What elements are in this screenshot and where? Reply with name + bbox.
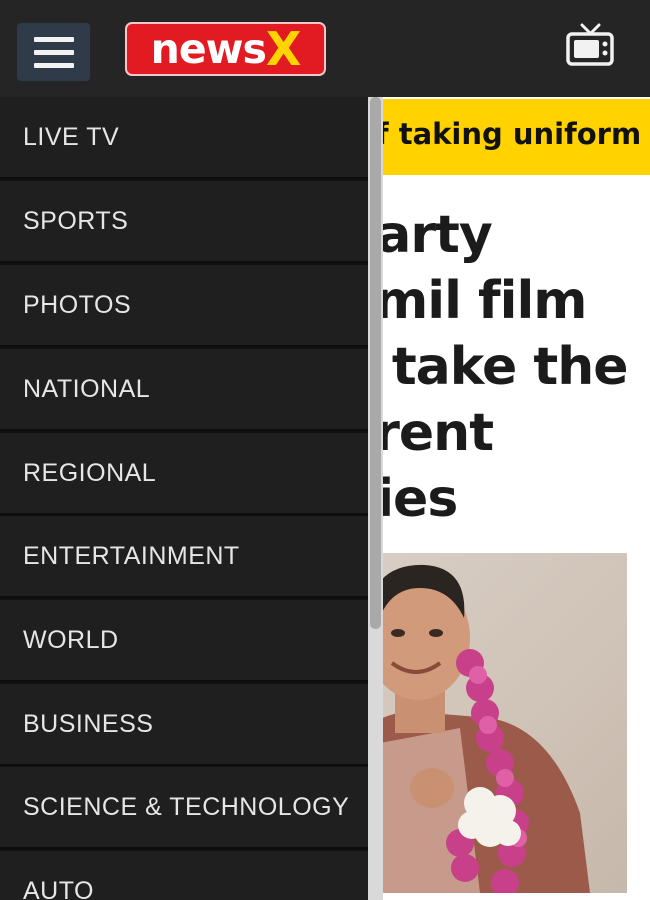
person-with-garland-image	[340, 564, 590, 893]
ticker-text: f taking uniform m	[376, 117, 650, 151]
headline-line: o take the	[340, 337, 628, 397]
drawer-scrollbar[interactable]	[368, 97, 383, 900]
drawer-item-business[interactable]: BUSINESS	[0, 684, 368, 766]
hamburger-menu-button[interactable]	[17, 23, 90, 81]
drawer-item-regional[interactable]: REGIONAL	[0, 433, 368, 515]
app-header: news X	[0, 0, 650, 97]
drawer-item-science-technology[interactable]: SCIENCE & TECHNOLOGY	[0, 767, 368, 849]
tv-icon[interactable]	[566, 22, 614, 68]
article-headline[interactable]: party amil film o take the erent gies	[340, 200, 650, 540]
logo-accent-text: X	[265, 22, 301, 76]
hamburger-menu-icon	[33, 36, 74, 42]
breaking-news-ticker[interactable]: f taking uniform m	[340, 99, 650, 175]
drawer-item-auto[interactable]: AUTO	[0, 851, 368, 900]
article-photo[interactable]	[340, 553, 627, 893]
drawer-item-world[interactable]: WORLD	[0, 600, 368, 682]
navigation-drawer: LIVE TV SPORTS PHOTOS NATIONAL REGIONAL …	[0, 97, 383, 900]
scrollbar-thumb[interactable]	[370, 97, 381, 629]
drawer-item-live-tv[interactable]: LIVE TV	[0, 97, 368, 179]
drawer-item-national[interactable]: NATIONAL	[0, 349, 368, 431]
logo-main-text: news	[150, 24, 267, 73]
drawer-item-entertainment[interactable]: ENTERTAINMENT	[0, 516, 368, 598]
newsx-logo[interactable]: news X	[125, 22, 326, 76]
drawer-item-sports[interactable]: SPORTS	[0, 181, 368, 263]
drawer-item-photos[interactable]: PHOTOS	[0, 265, 368, 347]
